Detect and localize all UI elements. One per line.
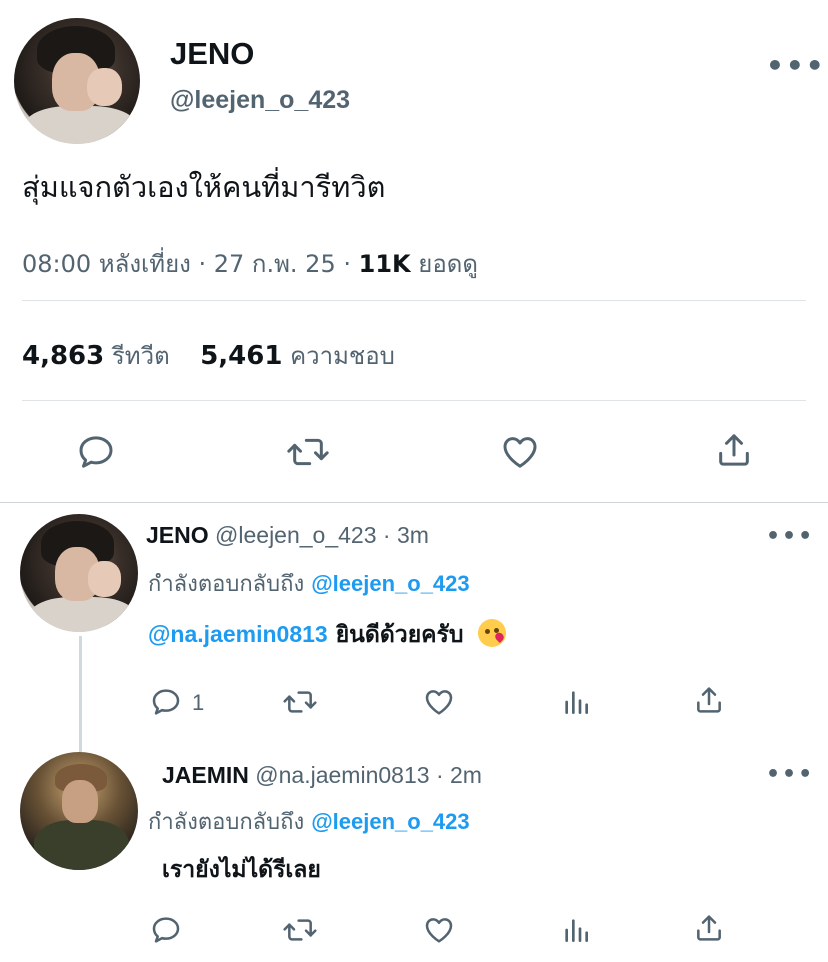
share-icon[interactable] [693,912,725,944]
reply-body: @na.jaemin0813 ยินดีด้วยครับ [148,617,506,653]
analytics-icon[interactable] [560,686,592,718]
reply-count: 1 [192,690,205,715]
share-icon[interactable] [714,430,754,470]
tweet-stats: 4,863 รีทวีต 5,461 ความชอบ [22,336,395,375]
reply-header: JENO @leejen_o_423 · 3m [146,522,429,549]
retweet-icon[interactable] [286,432,330,472]
share-icon[interactable] [693,684,725,716]
reply-author-avatar[interactable] [20,514,138,632]
reply-age[interactable]: 2m [450,762,482,788]
meta-separator: · [435,762,444,788]
replying-to-label: กำลังตอบกลับถึง [148,810,305,835]
replying-to-label: กำลังตอบกลับถึง [148,572,305,597]
reply-more-icon[interactable]: ••• [766,764,814,786]
likes-stat[interactable]: 5,461 ความชอบ [200,341,395,371]
tweet-date[interactable]: 27 ก.พ. 25 [214,250,336,278]
meta-separator: · [198,250,207,278]
main-author-handle[interactable]: @leejen_o_423 [170,86,350,115]
divider [22,400,806,401]
reply-author-handle[interactable]: @na.jaemin0813 [255,762,429,788]
like-icon[interactable] [500,432,540,472]
main-more-icon[interactable]: ••• [766,52,826,80]
reply-author-handle[interactable]: @leejen_o_423 [215,522,376,548]
meta-separator: · [343,250,351,278]
thread-connector-line [79,636,82,754]
section-divider [0,502,828,503]
views-count: 11K [358,250,411,278]
reply-icon[interactable] [76,432,116,472]
reply-text: ยินดีด้วยครับ [335,622,464,648]
divider [22,300,806,301]
reply-icon[interactable] [150,914,182,946]
retweet-icon[interactable] [282,914,318,946]
reply-author-name[interactable]: JAEMIN [162,762,249,788]
retweets-label: รีทวีต [111,342,170,370]
reply-header: JAEMIN @na.jaemin0813 · 2m [162,762,482,789]
reply-text: เรายังไม่ได้รีเลย [162,857,321,883]
reply-more-icon[interactable]: ••• [766,526,814,548]
likes-label: ความชอบ [290,342,395,370]
views-label: ยอดดู [418,250,478,278]
avatar-fist-shape [88,561,122,597]
main-author-avatar[interactable] [14,18,140,144]
replying-to-handle-link[interactable]: @leejen_o_423 [311,571,469,596]
kiss-emoji-icon [477,619,506,647]
avatar-body-shape [24,106,138,144]
avatar-fist-shape [87,68,123,107]
replying-to-handle-link[interactable]: @leejen_o_423 [311,809,469,834]
likes-count: 5,461 [200,341,283,371]
main-author-name[interactable]: JENO [170,36,254,72]
analytics-icon[interactable] [560,914,592,946]
mention-link[interactable]: @na.jaemin0813 [148,621,328,647]
reply-author-avatar[interactable] [20,752,138,870]
like-icon[interactable] [423,914,455,946]
avatar-body-shape [34,820,129,870]
reply-body: เรายังไม่ได้รีเลย [162,852,321,888]
replying-to-line: กำลังตอบกลับถึง @leejen_o_423 [148,566,470,601]
retweets-stat[interactable]: 4,863 รีทวีต [22,341,170,371]
tweet-meta: 08:00 หลังเที่ยง · 27 ก.พ. 25 · 11K ยอดด… [22,244,478,283]
retweet-icon[interactable] [282,686,318,718]
reply-icon[interactable] [150,686,182,718]
meta-separator: · [382,522,391,548]
reply-author-name[interactable]: JENO [146,522,209,548]
main-tweet-text: สุ่มแจกตัวเองให้คนที่มารีทวิต [22,170,386,204]
retweets-count: 4,863 [22,341,105,371]
like-icon[interactable] [423,686,455,718]
reply-age[interactable]: 3m [397,522,429,548]
avatar-face-shape [62,780,98,823]
tweet-time[interactable]: 08:00 หลังเที่ยง [22,250,191,278]
avatar-body-shape [29,596,136,632]
replying-to-line: กำลังตอบกลับถึง @leejen_o_423 [148,804,470,839]
